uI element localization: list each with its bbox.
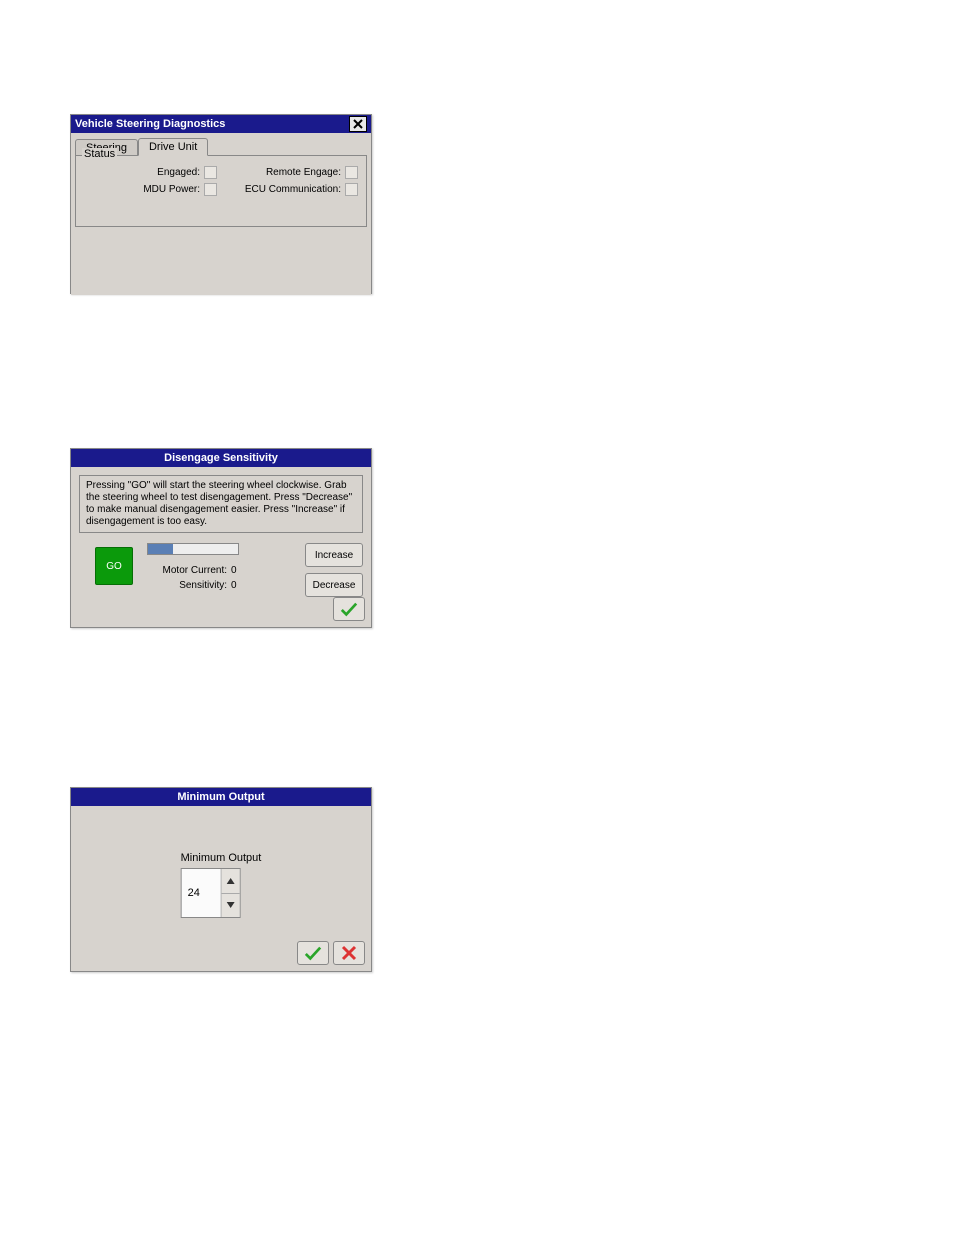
minimum-output-label: Minimum Output xyxy=(181,852,262,864)
close-icon xyxy=(353,119,363,129)
minimum-output-spinner: 24 xyxy=(181,868,241,918)
sensitivity-value: 0 xyxy=(231,580,237,591)
status-engaged: Engaged: xyxy=(80,166,221,179)
decrease-button[interactable]: Decrease xyxy=(305,573,363,597)
status-groupbox: Status Engaged: Remote Engage: MDU Power… xyxy=(75,155,367,227)
close-button[interactable] xyxy=(349,116,367,132)
increase-button[interactable]: Increase xyxy=(305,543,363,567)
x-icon xyxy=(340,945,358,961)
status-mdu-power: MDU Power: xyxy=(80,183,221,196)
minimum-output-value[interactable]: 24 xyxy=(182,869,222,917)
titlebar: Minimum Output xyxy=(71,788,371,806)
minimum-output-window: Minimum Output Minimum Output 24 xyxy=(70,787,372,972)
titlebar: Vehicle Steering Diagnostics xyxy=(71,115,371,133)
spinner-up-button[interactable] xyxy=(222,869,240,894)
progress-fill xyxy=(148,544,173,554)
chevron-down-icon xyxy=(227,902,235,908)
go-button[interactable]: GO xyxy=(95,547,133,585)
groupbox-label: Status xyxy=(82,148,117,160)
check-icon xyxy=(340,601,358,617)
motor-current-label: Motor Current: xyxy=(147,565,227,576)
progress-bar xyxy=(147,543,239,555)
sensitivity-label: Sensitivity: xyxy=(147,580,227,591)
vehicle-steering-diagnostics-window: Vehicle Steering Diagnostics Steering Dr… xyxy=(70,114,372,294)
engaged-indicator xyxy=(204,166,217,179)
remote-engage-indicator xyxy=(345,166,358,179)
titlebar: Disengage Sensitivity xyxy=(71,449,371,467)
window-title: Disengage Sensitivity xyxy=(164,449,278,467)
tab-drive-unit[interactable]: Drive Unit xyxy=(138,138,208,156)
ecu-communication-indicator xyxy=(345,183,358,196)
motor-current-value: 0 xyxy=(231,565,237,576)
instructions-text: Pressing "GO" will start the steering wh… xyxy=(79,475,363,533)
window-title: Minimum Output xyxy=(177,788,264,806)
chevron-up-icon xyxy=(227,878,235,884)
status-ecu-communication: ECU Communication: xyxy=(221,183,362,196)
check-icon xyxy=(304,945,322,961)
disengage-sensitivity-window: Disengage Sensitivity Pressing "GO" will… xyxy=(70,448,372,628)
spinner-down-button[interactable] xyxy=(222,894,240,918)
ok-button[interactable] xyxy=(333,597,365,621)
status-remote-engage: Remote Engage: xyxy=(221,166,362,179)
cancel-button[interactable] xyxy=(333,941,365,965)
window-title: Vehicle Steering Diagnostics xyxy=(75,115,225,133)
mdu-power-indicator xyxy=(204,183,217,196)
ok-button[interactable] xyxy=(297,941,329,965)
